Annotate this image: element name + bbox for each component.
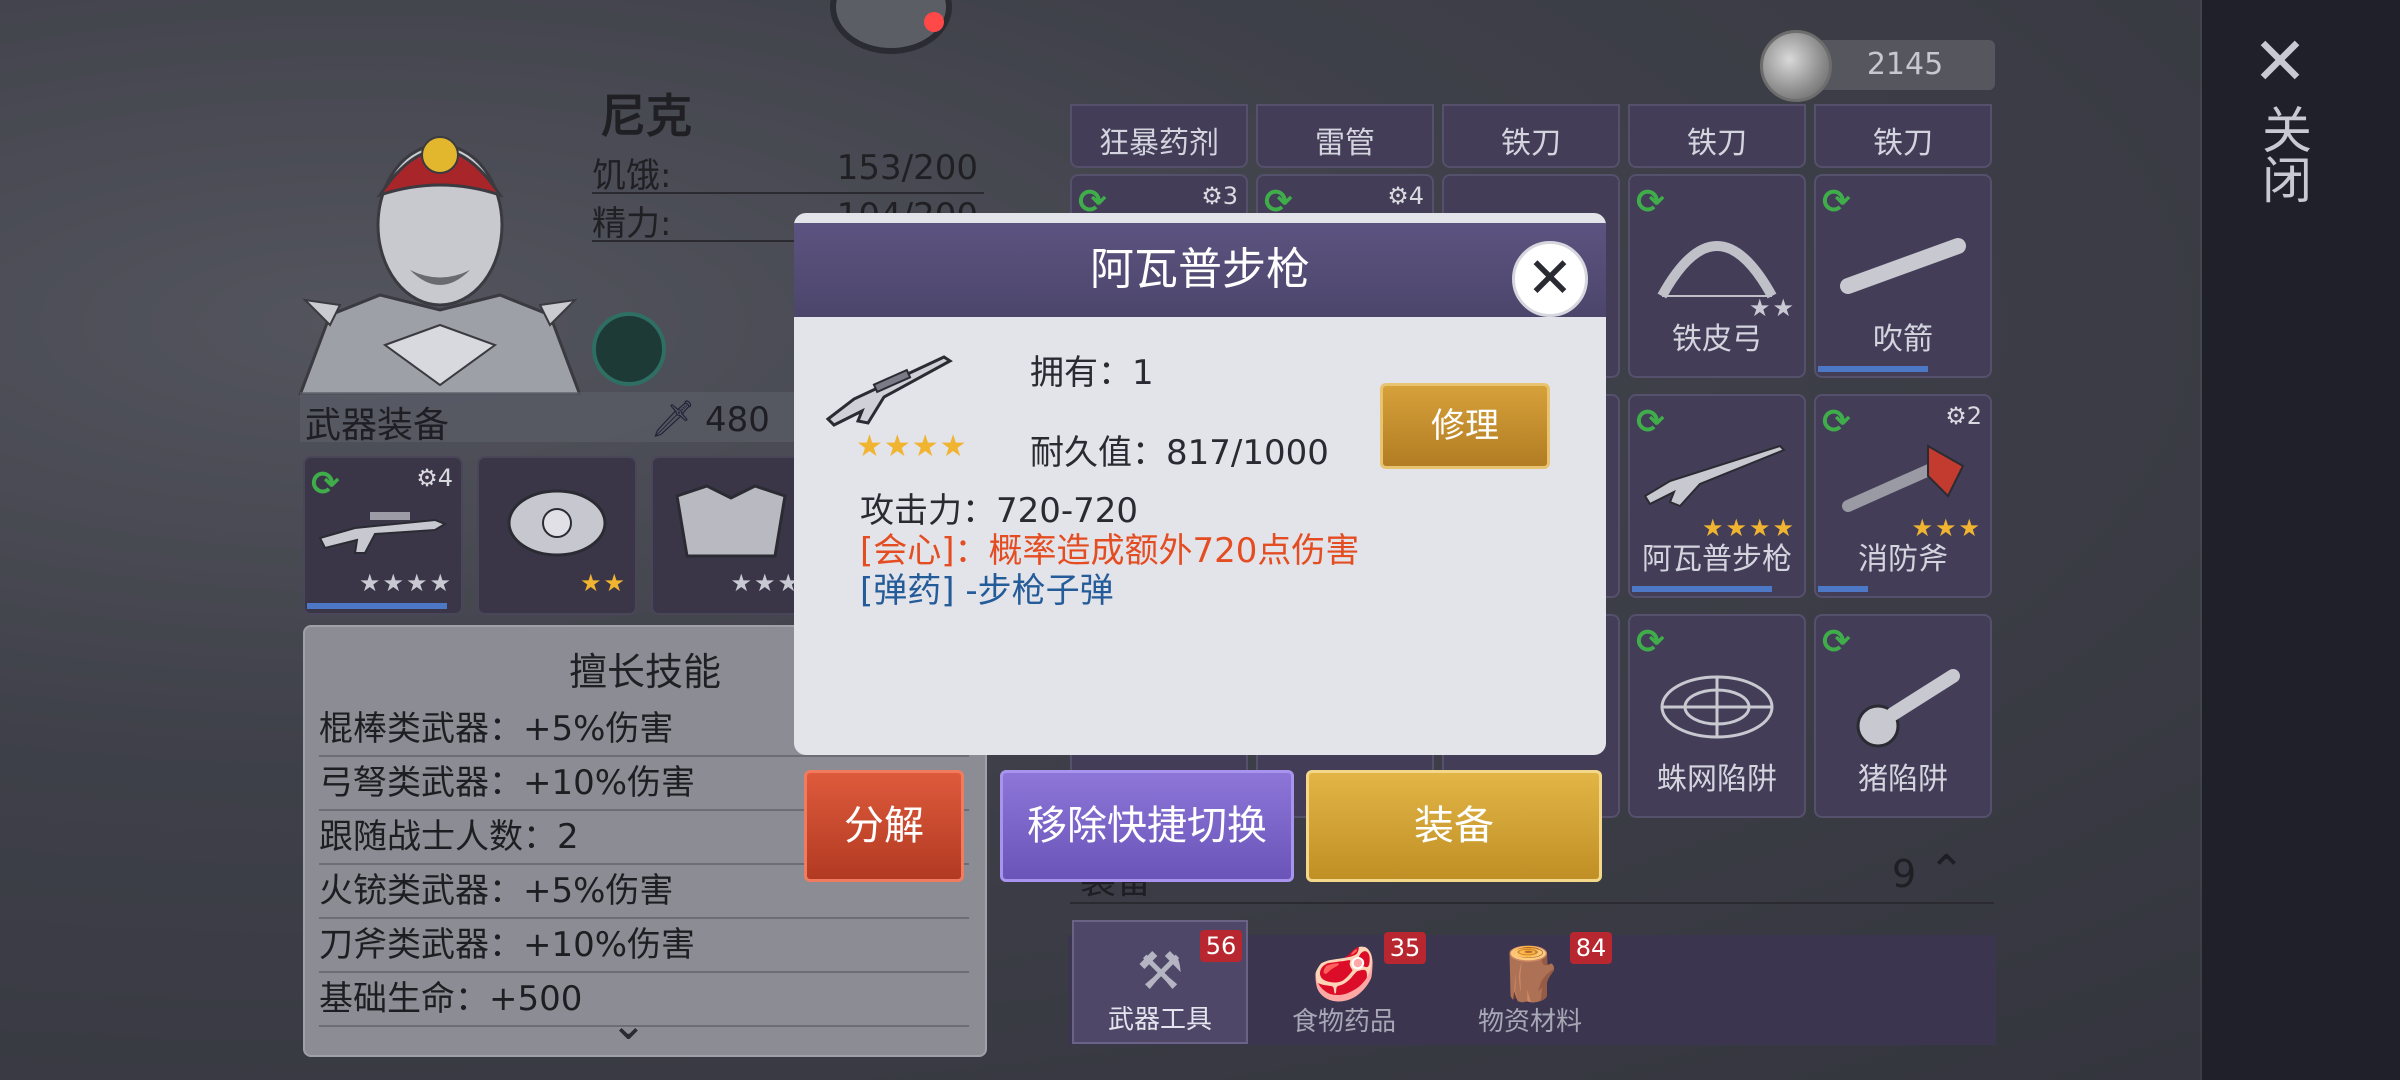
inventory-item[interactable]: 雷管 bbox=[1256, 104, 1434, 168]
materials-icon: 🪵 bbox=[1497, 945, 1563, 1005]
equip-slot-armor[interactable]: ★★★ bbox=[651, 456, 811, 615]
equipment-count: 9 bbox=[1892, 852, 1917, 896]
sniper-rifle-icon bbox=[825, 355, 953, 427]
inventory-item-web-trap[interactable]: ⟳ 蛛网陷阱 bbox=[1628, 614, 1806, 818]
item-label: 阿瓦普步枪 bbox=[1642, 542, 1792, 577]
repair-button[interactable]: 修理 bbox=[1380, 383, 1550, 469]
divider bbox=[1070, 902, 1994, 904]
tab-weapons-tools[interactable]: ⚒ 56 武器工具 bbox=[1072, 920, 1248, 1044]
sniper-rifle-icon bbox=[1643, 444, 1786, 508]
character-avatar bbox=[298, 136, 582, 395]
tab-food-medicine[interactable]: 🥩 35 食物药品 bbox=[1258, 924, 1430, 1044]
armor-icon bbox=[675, 484, 787, 558]
star-rating: ★★★★ bbox=[856, 429, 968, 464]
item-label: 铁刀 bbox=[1873, 126, 1933, 161]
item-label: 狂暴药剂 bbox=[1099, 126, 1219, 161]
inventory-item-blowpipe[interactable]: ⟳ 吹箭 bbox=[1814, 174, 1992, 378]
equip-button[interactable]: 装备 bbox=[1306, 770, 1602, 882]
owned-count: 拥有：1 bbox=[1030, 353, 1154, 393]
headband-icon bbox=[507, 489, 607, 557]
gear-icon: ⚙3 bbox=[1201, 182, 1238, 210]
chevron-down-icon[interactable]: ⌄ bbox=[610, 999, 647, 1050]
popup-title: 阿瓦普步枪 bbox=[1090, 244, 1310, 295]
gear-level: 2 bbox=[1966, 402, 1982, 430]
item-label: 雷管 bbox=[1315, 126, 1375, 161]
close-button[interactable]: ✕ bbox=[1512, 241, 1588, 317]
pig-trap-icon bbox=[1856, 669, 1960, 748]
inventory-item[interactable]: 狂暴药剂 bbox=[1070, 104, 1248, 168]
chevron-up-icon[interactable]: ⌃ bbox=[1928, 846, 1965, 897]
charm-icon[interactable] bbox=[592, 312, 666, 386]
hunger-stat: 饥饿: 153/200 bbox=[592, 148, 984, 196]
equip-slot-weapon[interactable]: ⟳ ⚙4 ★★★★ bbox=[303, 456, 463, 615]
weapon-equipment-title: 武器装备 bbox=[305, 405, 450, 446]
tab-label: 物资材料 bbox=[1477, 1007, 1582, 1037]
star-rating: ★★ bbox=[579, 569, 627, 597]
item-detail-popup: 阿瓦普步枪 ✕ ★★★★ 拥有：1 耐久值：817/1000 修理 攻击力：72… bbox=[794, 213, 1606, 755]
gear-icon: ⚙2 bbox=[1945, 402, 1982, 430]
item-label: 消防斧 bbox=[1858, 542, 1948, 577]
alert-dot bbox=[924, 12, 944, 32]
star-rating: ★★★★ bbox=[358, 569, 453, 597]
hunger-label: 饥饿: bbox=[592, 156, 672, 196]
count-badge: 35 bbox=[1384, 932, 1426, 964]
inventory-item-sniper[interactable]: ⟳ ★★★★ 阿瓦普步枪 bbox=[1628, 394, 1806, 598]
ammo-type: [弹药] -步枪子弹 bbox=[860, 571, 1114, 611]
food-icon: 🥩 bbox=[1311, 945, 1377, 1005]
item-label: 铁皮弓 bbox=[1672, 322, 1762, 357]
durability-bar bbox=[307, 603, 447, 609]
gear-icon: ⚙4 bbox=[1387, 182, 1424, 210]
rifle-icon bbox=[318, 512, 448, 554]
inventory-item[interactable]: 铁刀 bbox=[1442, 104, 1620, 168]
inventory-item-axe[interactable]: ⟳ ⚙2 ★★★ 消防斧 bbox=[1814, 394, 1992, 598]
energy-label: 精力: bbox=[592, 204, 672, 244]
blowpipe-icon bbox=[1840, 238, 1966, 294]
inventory-item[interactable]: 铁刀 bbox=[1628, 104, 1806, 168]
gear-icon: ⚙4 bbox=[416, 464, 453, 492]
item-label: 吹箭 bbox=[1873, 322, 1933, 357]
dismantle-button[interactable]: 分解 bbox=[804, 770, 964, 882]
tab-materials[interactable]: 🪵 84 物资材料 bbox=[1444, 924, 1616, 1044]
tab-label: 武器工具 bbox=[1107, 1005, 1212, 1035]
item-label: 蛛网陷阱 bbox=[1657, 762, 1777, 797]
swap-icon: ⟳ bbox=[1636, 622, 1665, 662]
item-label: 猪陷阱 bbox=[1858, 762, 1948, 797]
item-label: 铁刀 bbox=[1687, 126, 1747, 161]
character-name: 尼克 bbox=[600, 89, 692, 143]
close-label[interactable]: 关闭 bbox=[2252, 104, 2312, 204]
weapons-tools-icon: ⚒ bbox=[1136, 942, 1184, 1002]
inventory-item-bow[interactable]: ⟳ ★★ 铁皮弓 bbox=[1628, 174, 1806, 378]
inventory-item-pig-trap[interactable]: ⟳ 猪陷阱 bbox=[1814, 614, 1992, 818]
remove-quick-switch-button[interactable]: 移除快捷切换 bbox=[1000, 770, 1294, 882]
coin-icon bbox=[1760, 30, 1832, 102]
gear-level: 4 bbox=[437, 464, 453, 492]
count-badge: 84 bbox=[1570, 932, 1612, 964]
count-badge: 56 bbox=[1200, 930, 1242, 962]
sword-icon: 🗡 bbox=[650, 399, 696, 440]
swap-icon: ⟳ bbox=[1822, 182, 1851, 222]
durability-bar bbox=[1632, 586, 1772, 592]
star-rating: ★★★ bbox=[730, 569, 801, 597]
item-label: 铁刀 bbox=[1501, 126, 1561, 161]
web-trap-icon bbox=[1660, 675, 1774, 739]
durability-bar bbox=[1818, 366, 1928, 372]
tab-label: 食物药品 bbox=[1291, 1007, 1396, 1037]
durability-bar bbox=[1818, 586, 1868, 592]
inventory-item[interactable]: 铁刀 bbox=[1814, 104, 1992, 168]
hunger-value: 153/200 bbox=[836, 148, 978, 188]
weapon-power-value: 480 bbox=[705, 400, 770, 440]
equip-slot-head[interactable]: ★★ bbox=[477, 456, 637, 615]
durability-value: 耐久值：817/1000 bbox=[1030, 433, 1329, 473]
skill-item: 刀斧类武器：+10%伤害 bbox=[319, 919, 969, 973]
fire-axe-icon bbox=[1842, 444, 1965, 512]
close-icon[interactable]: ✕ bbox=[2248, 29, 2312, 95]
currency-value: 2145 bbox=[1866, 47, 1944, 82]
